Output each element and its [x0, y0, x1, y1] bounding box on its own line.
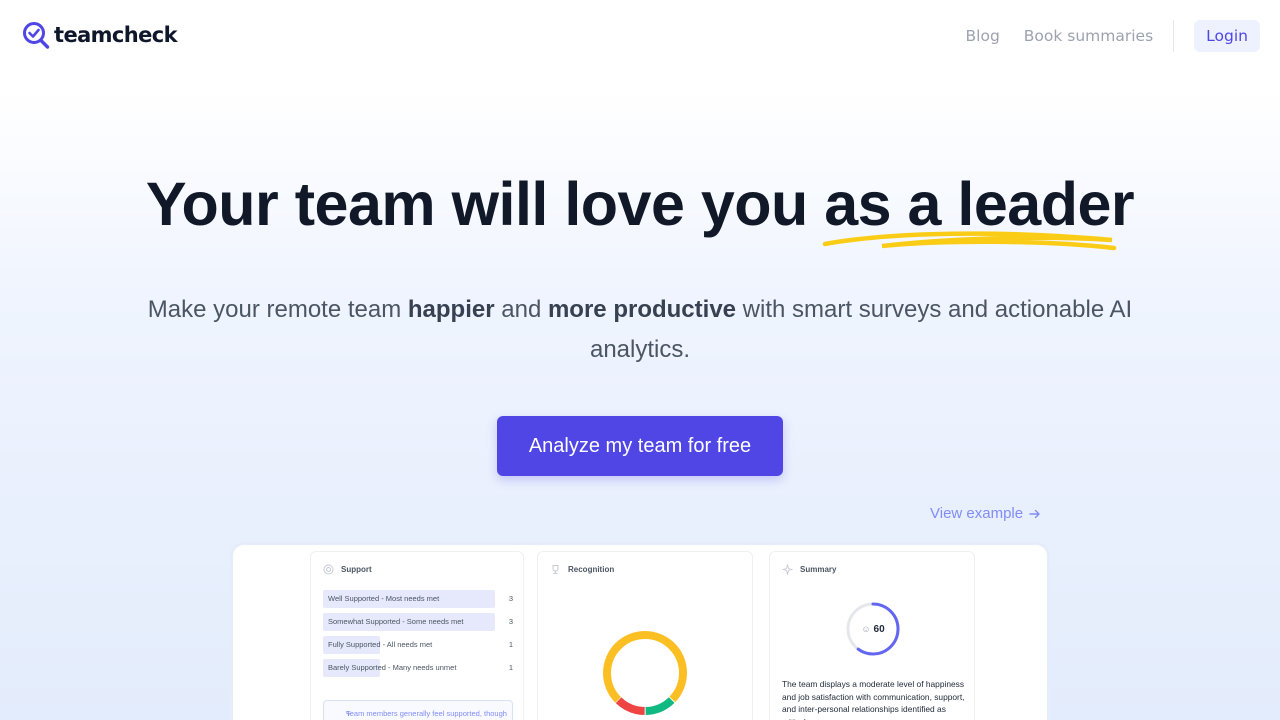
view-example-link[interactable]: View example [930, 504, 1041, 524]
support-row-count: 3 [508, 594, 513, 603]
recognition-card-title: Recognition [550, 564, 614, 575]
subtitle-text-1: Make your remote team [147, 296, 408, 323]
support-note-text: Team members generally feel supported, t… [346, 709, 507, 718]
hero-subtitle: Make your remote team happier and more p… [140, 290, 1140, 370]
happiness-score: ☺ 60 [844, 600, 902, 658]
donut-segment [603, 631, 687, 715]
support-row-label: Fully Supported - All needs met [328, 640, 433, 649]
nav-divider [1173, 20, 1175, 52]
support-title-text: Support [341, 565, 372, 574]
hero-title: Your team will love you as a leader [0, 168, 1280, 251]
logo-text: teamcheck [54, 23, 178, 47]
top-nav: Blog Book summaries Login [966, 20, 1260, 52]
support-row: Well Supported - Most needs met 3 [323, 590, 513, 608]
smiley-icon: ☺ [861, 624, 871, 634]
happiness-score-value: 60 [873, 623, 885, 635]
support-card: Support Well Supported - Most needs met 3… [310, 551, 524, 720]
support-card-title: Support [323, 564, 372, 575]
summary-card-title: Summary [782, 564, 836, 575]
support-ai-note: ϟ Team members generally feel supported,… [323, 700, 513, 720]
magnifier-check-icon [23, 22, 50, 49]
support-row-count: 1 [508, 663, 513, 672]
sparkle-icon [782, 564, 793, 575]
hero-title-text: Your team will love you [145, 170, 825, 238]
support-row: Barely Supported - Many needs unmet 1 [323, 659, 513, 677]
support-row-count: 1 [508, 640, 513, 649]
nav-link-book-summaries[interactable]: Book summaries [1024, 20, 1153, 52]
subtitle-bold-productive: more productive [547, 296, 737, 323]
view-example-label: View example [930, 505, 1024, 522]
summary-text: The team displays a moderate level of ha… [782, 679, 965, 720]
support-row: Somewhat Supported - Some needs met 3 [323, 613, 513, 631]
support-row: Fully Supported - All needs met 1 [323, 636, 513, 654]
recognition-title-text: Recognition [568, 565, 615, 574]
nav-link-blog[interactable]: Blog [966, 20, 1000, 52]
support-row-count: 3 [508, 617, 513, 626]
support-row-label: Somewhat Supported - Some needs met [328, 617, 464, 626]
logo[interactable]: teamcheck [22, 20, 178, 50]
login-button[interactable]: Login [1194, 20, 1260, 52]
summary-card: Summary ☺ 60 The team displays a moderat… [769, 551, 975, 720]
support-icon [323, 564, 334, 575]
arrow-right-icon [1029, 509, 1040, 519]
donut-segment [603, 631, 687, 715]
recognition-card: Recognition [537, 551, 753, 720]
analyze-team-button[interactable]: Analyze my team for free [497, 416, 783, 476]
donut-segment [603, 631, 687, 715]
summary-title-text: Summary [800, 565, 837, 574]
support-row-label: Barely Supported - Many needs unmet [328, 663, 457, 672]
scribble-underline [822, 231, 1117, 251]
header: teamcheck Blog Book summaries Login [0, 0, 1280, 72]
hero-title-highlight: as a leader [822, 168, 1135, 251]
subtitle-bold-happier: happier [407, 296, 495, 323]
recognition-donut-chart [603, 631, 687, 715]
support-row-label: Well Supported - Most needs met [328, 594, 440, 603]
dashboard-preview: Support Well Supported - Most needs met 3… [230, 542, 1050, 720]
trophy-icon [552, 565, 559, 574]
subtitle-text-2: and [494, 296, 548, 323]
